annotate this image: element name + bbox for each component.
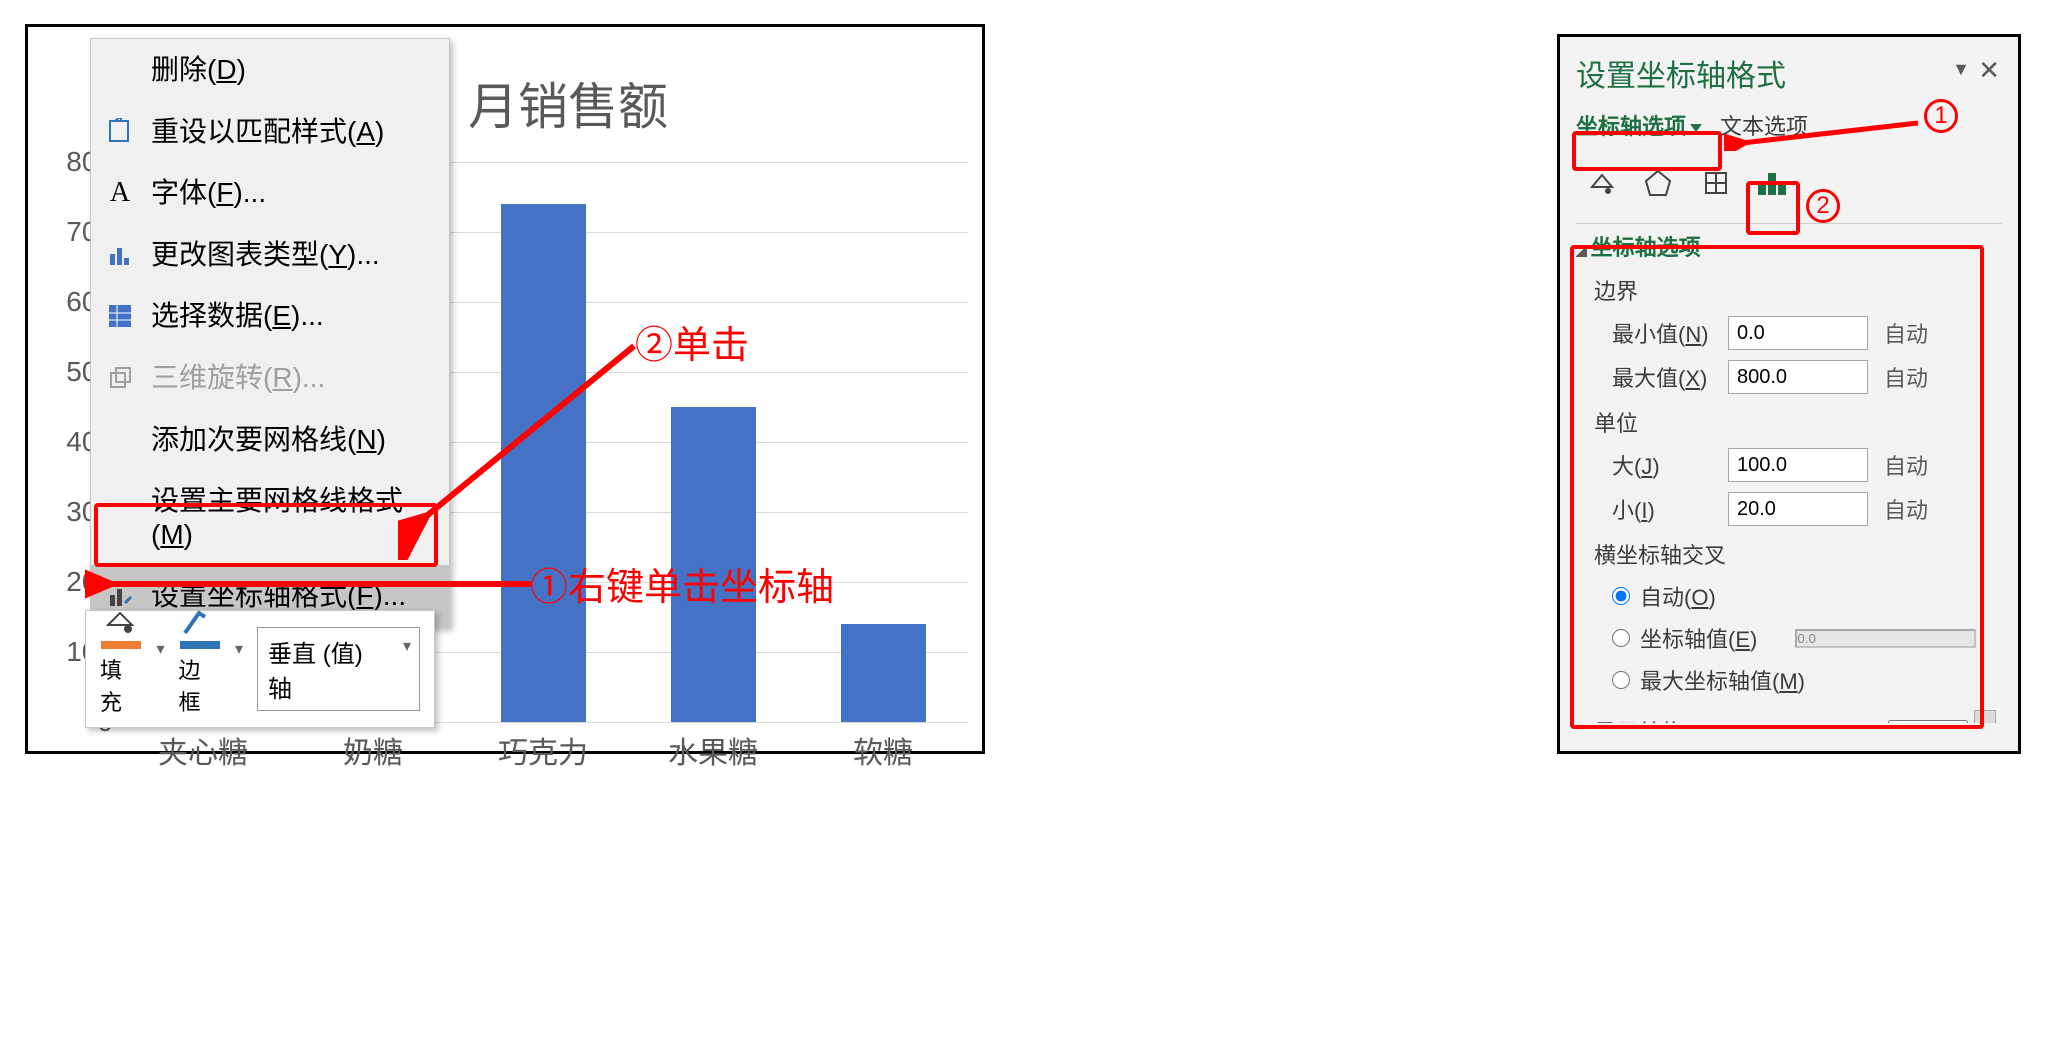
auto-text: 自动 xyxy=(1884,317,1928,349)
min-label: 最小值(N) xyxy=(1612,317,1712,349)
menu-item-label: 选择数据(E)... xyxy=(151,299,324,333)
close-icon[interactable]: ✕ xyxy=(1978,55,2000,86)
chevron-down-icon[interactable]: ▾ xyxy=(156,639,164,659)
menu-item-label: 删除(D) xyxy=(151,53,246,87)
cross-value-input xyxy=(1795,629,1976,648)
auto-text: 自动 xyxy=(1884,449,1928,481)
arrow-to-tab xyxy=(1724,111,1922,151)
menu-item: 三维旋转(R)... xyxy=(91,347,449,409)
chart-element-selector[interactable]: 垂直 (值) 轴 ▾ xyxy=(257,627,420,711)
menu-item[interactable]: 重设以匹配样式(A) xyxy=(91,101,449,163)
chart-title: 月销售额 xyxy=(468,67,668,139)
menu-item[interactable]: A 字体(F)... xyxy=(91,162,449,224)
cross-auto-label: 自动(O) xyxy=(1640,580,1716,612)
units-label: 单位 xyxy=(1594,406,1996,438)
annotation-click: ②单击 xyxy=(635,314,749,369)
format-axis-pane: 设置坐标轴格式 ▼ ✕ 坐标轴选项 文本选项 坐标轴选项 边界 最小值(N) 自… xyxy=(1557,34,2021,754)
cross-auto-radio[interactable] xyxy=(1612,587,1630,605)
menu-item-label: 添加次要网格线(N) xyxy=(151,423,386,457)
x-axis-category-label: 水果糖 xyxy=(633,728,793,772)
axis-options-icon[interactable] xyxy=(1750,159,1798,207)
max-input[interactable] xyxy=(1728,360,1868,394)
cross-value-radio[interactable] xyxy=(1612,629,1630,647)
cross-label: 横坐标轴交叉 xyxy=(1594,538,1996,570)
chevron-down-icon[interactable]: ▾ xyxy=(235,639,243,659)
cross-max-label: 最大坐标轴值(M) xyxy=(1640,664,1805,696)
minor-unit-input[interactable] xyxy=(1728,492,1868,526)
cross-value-label: 坐标轴值(E) xyxy=(1640,622,1757,654)
context-menu: 删除(D) 重设以匹配样式(A) A 字体(F)... 更改图表类型(Y)... 选择数据… xyxy=(90,38,450,628)
auto-text: 自动 xyxy=(1884,361,1928,393)
annotation-right-click: ①右键单击坐标轴 xyxy=(530,556,834,611)
blank-icon xyxy=(105,424,135,454)
minor-unit-label: 小(I) xyxy=(1612,493,1712,525)
menu-item[interactable]: 添加次要网格线(N) xyxy=(91,409,449,471)
rotate-3d-icon xyxy=(105,363,135,393)
tab-axis-options[interactable]: 坐标轴选项 xyxy=(1576,109,1702,141)
menu-item-label: 三维旋转(R)... xyxy=(151,361,325,395)
reset-icon xyxy=(105,116,135,146)
callout-1: 1 xyxy=(1924,99,1958,133)
display-unit-label: 显示单位(U) xyxy=(1594,715,1713,723)
menu-item-label: 重设以匹配样式(A) xyxy=(151,115,384,149)
bounds-label: 边界 xyxy=(1594,274,1996,306)
pane-title: 设置坐标轴格式 xyxy=(1576,51,2002,95)
x-axis-category-label: 软糖 xyxy=(803,728,963,772)
auto-text: 自动 xyxy=(1884,493,1928,525)
bar[interactable] xyxy=(841,624,926,722)
menu-item-label: 更改图表类型(Y)... xyxy=(151,238,380,272)
menu-item[interactable]: 更改图表类型(Y)... xyxy=(91,224,449,286)
select-data-icon xyxy=(105,301,135,331)
menu-item[interactable]: 删除(D) xyxy=(91,39,449,101)
major-unit-input[interactable] xyxy=(1728,448,1868,482)
fill-line-icon[interactable] xyxy=(1576,159,1624,207)
max-label: 最大值(X) xyxy=(1612,361,1712,393)
axis-options-section: 坐标轴选项 边界 最小值(N) 自动 最大值(X) 自动 单位 大(J) 自动 … xyxy=(1576,223,2002,723)
outline-button[interactable]: 边框 xyxy=(179,607,221,717)
pane-options-caret[interactable]: ▼ xyxy=(1952,59,1970,80)
fill-label: 填充 xyxy=(100,653,142,717)
size-properties-icon[interactable] xyxy=(1692,159,1740,207)
callout-2: 2 xyxy=(1806,189,1840,223)
menu-item[interactable]: 设置主要网格线格式(M) xyxy=(91,470,449,565)
mini-format-toolbar: 填充 ▾ 边框 ▾ 垂直 (值) 轴 ▾ xyxy=(85,610,435,728)
fill-button[interactable]: 填充 xyxy=(100,607,142,717)
cross-max-radio[interactable] xyxy=(1612,671,1630,689)
font-icon: A xyxy=(105,178,135,208)
outline-label: 边框 xyxy=(179,653,221,717)
menu-item-label: 字体(F)... xyxy=(151,176,266,210)
chart-type-icon xyxy=(105,240,135,270)
x-axis-category-label: 夹心糖 xyxy=(123,728,283,772)
major-unit-label: 大(J) xyxy=(1612,449,1712,481)
x-axis-category-label: 巧克力 xyxy=(463,728,623,772)
blank-icon xyxy=(105,55,135,85)
bar[interactable] xyxy=(501,204,586,722)
effects-icon[interactable] xyxy=(1634,159,1682,207)
min-input[interactable] xyxy=(1728,316,1868,350)
blank-icon xyxy=(105,503,135,533)
pane-icon-tabs xyxy=(1576,159,2002,207)
section-header-axis-options[interactable]: 坐标轴选项 xyxy=(1576,230,1996,262)
menu-item[interactable]: 选择数据(E)... xyxy=(91,285,449,347)
chevron-down-icon: ▾ xyxy=(403,636,411,656)
x-axis-category-label: 奶糖 xyxy=(293,728,453,772)
scroll-down-button[interactable] xyxy=(1974,710,1996,723)
display-unit-select[interactable]: 无 xyxy=(1888,720,1968,723)
menu-item-label: 设置主要网格线格式(M) xyxy=(151,484,435,551)
